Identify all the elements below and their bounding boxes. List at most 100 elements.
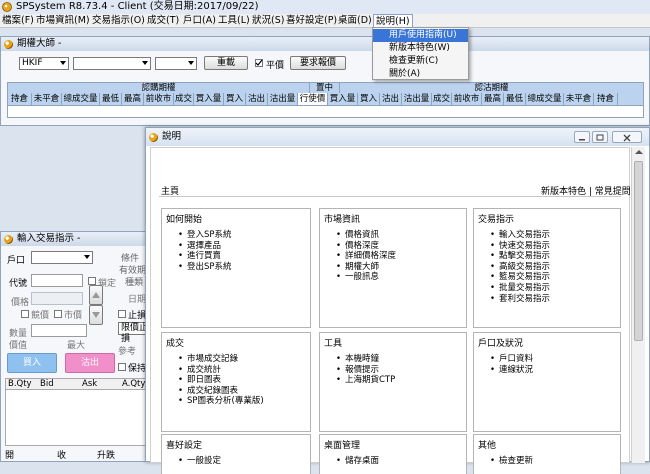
- auction-checkbox[interactable]: [21, 310, 29, 318]
- help-link[interactable]: 市場成交記錄: [178, 354, 264, 365]
- column-header[interactable]: 最低: [100, 93, 122, 105]
- sell-button[interactable]: 沽出: [65, 353, 115, 373]
- price-up-button[interactable]: [89, 285, 103, 305]
- help-link[interactable]: 檢查更新: [490, 456, 533, 467]
- help-link[interactable]: 選擇產品: [178, 241, 232, 252]
- help-link[interactable]: 期權大師: [336, 262, 396, 273]
- column-header[interactable]: 行使價: [298, 93, 328, 105]
- column-header[interactable]: 持倉: [8, 93, 32, 105]
- column-header[interactable]: 未平倉: [32, 93, 62, 105]
- column-header[interactable]: 買入量: [194, 93, 224, 105]
- help-link[interactable]: 詳細價格深度: [336, 251, 396, 262]
- column-header[interactable]: 沽出量: [268, 93, 298, 105]
- max-label: 最大: [67, 341, 86, 351]
- minimize-button[interactable]: [574, 131, 590, 143]
- help-link[interactable]: 登出SP系統: [178, 262, 232, 273]
- value-label: 價值: [9, 341, 28, 351]
- help-link[interactable]: 進行買賣: [178, 251, 232, 262]
- column-header[interactable]: 最高: [122, 93, 144, 105]
- column-header[interactable]: 成交: [174, 93, 194, 105]
- help-link[interactable]: 一般設定: [178, 456, 221, 467]
- help-dropdown-menu: 用戶使用指南(U) 新版本特色(W) 檢查更新(C) 關於(A): [372, 27, 469, 80]
- close-button[interactable]: [612, 131, 642, 143]
- help-link[interactable]: 價格資訊: [336, 230, 396, 241]
- column-header[interactable]: 沽出: [380, 93, 402, 105]
- help-scrollbar[interactable]: [631, 147, 645, 463]
- price-field[interactable]: [31, 292, 83, 305]
- help-link[interactable]: 點擊交易指示: [490, 251, 550, 262]
- column-header[interactable]: 總成交量: [62, 93, 100, 105]
- market-checkbox[interactable]: [54, 310, 62, 318]
- menu-help[interactable]: 說明(H): [373, 14, 413, 28]
- help-link[interactable]: 成交紀錄圖表: [178, 386, 264, 397]
- column-header[interactable]: 前收市: [452, 93, 482, 105]
- price-down-button[interactable]: [89, 305, 103, 325]
- menu-trades[interactable]: 成交(T): [147, 14, 179, 28]
- request-quote-button[interactable]: 要求報價: [290, 56, 346, 70]
- code-field[interactable]: [31, 274, 83, 287]
- help-link[interactable]: SP圖表分析(專業版): [178, 396, 264, 407]
- help-link[interactable]: 成交統計: [178, 365, 264, 376]
- help-link[interactable]: 輸入交易指示: [490, 230, 550, 241]
- scroll-up-icon[interactable]: [632, 147, 646, 157]
- parity-checkbox[interactable]: [255, 59, 263, 67]
- help-link[interactable]: 戶口資料: [490, 354, 533, 365]
- keep-checkbox[interactable]: [118, 363, 126, 371]
- column-header[interactable]: 持倉: [594, 93, 618, 105]
- menu-desktop[interactable]: 桌面(D): [338, 14, 372, 28]
- column-header[interactable]: 買入量: [328, 93, 358, 105]
- date-label: 日期: [128, 295, 147, 305]
- menu-account[interactable]: 戶口(A): [183, 14, 216, 28]
- column-header[interactable]: 最低: [504, 93, 526, 105]
- expiry-select[interactable]: [73, 57, 151, 70]
- column-header[interactable]: 前收市: [144, 93, 174, 105]
- help-link[interactable]: 上海期貨CTP: [336, 375, 395, 386]
- column-header[interactable]: 未平倉: [564, 93, 594, 105]
- scroll-thumb[interactable]: [634, 161, 643, 341]
- help-link[interactable]: 儲存桌面: [336, 456, 379, 467]
- reload-button[interactable]: 重載: [204, 56, 248, 70]
- menu-item-check-update[interactable]: 檢查更新(C): [373, 55, 468, 68]
- menu-item-about[interactable]: 關於(A): [373, 68, 468, 81]
- help-link[interactable]: 快速交易指示: [490, 241, 550, 252]
- help-link[interactable]: 批量交易指示: [490, 283, 550, 294]
- menu-status[interactable]: 狀況(S): [252, 14, 284, 28]
- menu-tools[interactable]: 工具(L): [218, 14, 250, 28]
- help-link[interactable]: 即日圖表: [178, 375, 264, 386]
- maximize-button[interactable]: [592, 131, 608, 143]
- column-header[interactable]: 總成交量: [526, 93, 564, 105]
- column-header[interactable]: 沽出量: [402, 93, 432, 105]
- menu-market-info[interactable]: 市場資訊(M): [36, 14, 90, 28]
- app-title-bar: SPSystem R8.73.4 - Client (交易日期:2017/09/…: [0, 0, 650, 14]
- help-link[interactable]: 套利交易指示: [490, 294, 550, 305]
- menu-item-whats-new[interactable]: 新版本特色(W): [373, 42, 468, 55]
- lock-checkbox[interactable]: [88, 277, 96, 285]
- column-header[interactable]: 買入: [358, 93, 380, 105]
- help-link[interactable]: 登入SP系統: [178, 230, 232, 241]
- account-select[interactable]: [31, 251, 93, 264]
- qty-field[interactable]: [31, 324, 87, 337]
- section-title: 工具: [324, 339, 343, 349]
- buy-button[interactable]: 買入: [7, 353, 57, 373]
- depth-grid-body: [5, 390, 151, 446]
- help-link[interactable]: 一般訊息: [336, 272, 396, 283]
- help-link[interactable]: 報價提示: [336, 365, 395, 376]
- menu-preferences[interactable]: 喜好設定(P): [286, 14, 337, 28]
- range-select[interactable]: [155, 57, 197, 70]
- order-window-title: 輸入交易指示 -: [17, 233, 81, 244]
- stop-checkbox[interactable]: [118, 310, 126, 318]
- product-select[interactable]: HKIF: [19, 57, 69, 70]
- menu-item-user-guide[interactable]: 用戶使用指南(U): [373, 29, 468, 42]
- menu-file[interactable]: 檔案(F): [2, 14, 34, 28]
- help-link[interactable]: 價格深度: [336, 241, 396, 252]
- section-title: 戶口及狀況: [478, 339, 524, 349]
- help-link[interactable]: 連線狀況: [490, 365, 533, 376]
- column-header[interactable]: 買入: [224, 93, 246, 105]
- column-header[interactable]: 最高: [482, 93, 504, 105]
- help-link[interactable]: 籃易交易指示: [490, 272, 550, 283]
- help-link[interactable]: 本機時鐘: [336, 354, 395, 365]
- help-link[interactable]: 高級交易指示: [490, 262, 550, 273]
- column-header[interactable]: 成交: [432, 93, 452, 105]
- menu-orders[interactable]: 交易指示(O): [92, 14, 145, 28]
- column-header[interactable]: 沽出: [246, 93, 268, 105]
